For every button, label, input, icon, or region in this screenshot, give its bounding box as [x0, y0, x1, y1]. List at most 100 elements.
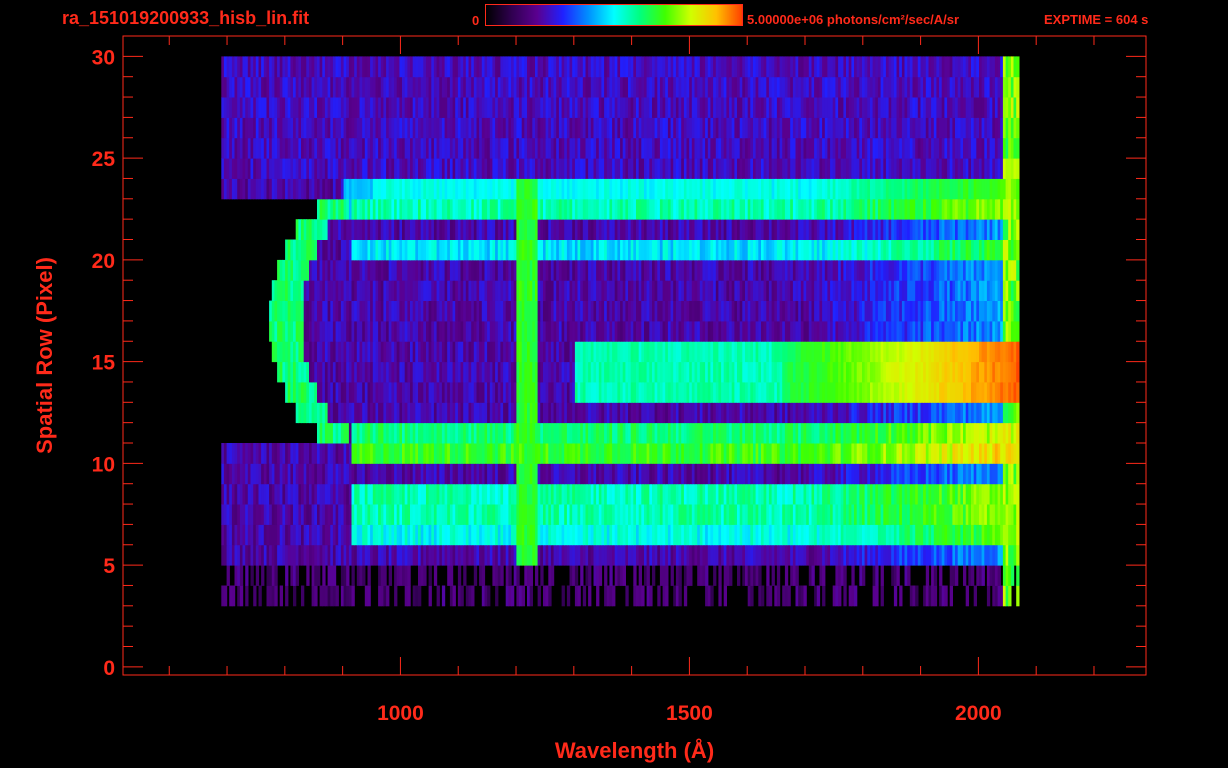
heatmap-cell — [915, 585, 919, 607]
heatmap-cell — [407, 585, 411, 607]
heatmap-cell — [561, 585, 565, 607]
heatmap-cell — [255, 565, 260, 586]
heatmap-cell — [803, 585, 807, 607]
heatmap-cell — [535, 565, 539, 586]
heatmap-cell — [1016, 320, 1020, 342]
heatmap-cell — [301, 585, 305, 607]
heatmap-cell — [481, 565, 486, 586]
heatmap-cell — [689, 565, 693, 586]
heatmap-cell — [582, 585, 587, 607]
heatmap-cell — [441, 585, 446, 607]
heatmap-cell — [1016, 341, 1020, 363]
heatmap-cell — [460, 585, 464, 607]
heatmap-cell — [598, 565, 603, 586]
heatmap-cell — [822, 565, 826, 586]
heatmap-cell — [306, 565, 310, 586]
heatmap-cell — [1016, 524, 1020, 546]
heatmap-cell — [314, 585, 318, 607]
heatmap-cell — [1016, 300, 1020, 322]
heatmap-cell — [862, 565, 866, 586]
heatmap-cell — [332, 565, 337, 586]
heatmap-cell — [574, 565, 579, 586]
heatmap-cell — [258, 585, 262, 607]
heatmap-cell — [665, 565, 669, 586]
heatmap-cell — [295, 565, 299, 586]
heatmap-cell — [768, 585, 773, 607]
heatmap-cell — [351, 565, 355, 586]
heatmap-cell — [537, 585, 541, 607]
heatmap-cell — [963, 565, 967, 586]
heatmap-cell — [588, 585, 592, 607]
heatmap-cell — [383, 565, 387, 586]
heatmap-cell — [678, 585, 682, 607]
heatmap-cell — [388, 565, 392, 586]
heatmap-cell — [811, 565, 815, 586]
heatmap-cell — [317, 565, 321, 586]
heatmap-cell — [612, 585, 616, 607]
heatmap-cell — [274, 585, 278, 607]
heatmap-cell — [670, 565, 674, 586]
heatmap-cell — [487, 585, 491, 607]
heatmap-cell — [293, 585, 297, 607]
heatmap-cell — [1016, 544, 1020, 566]
heatmap-cell — [609, 565, 613, 586]
heatmap-cell — [529, 585, 533, 607]
heatmap-cell — [253, 585, 257, 607]
heatmap-cell — [875, 565, 879, 586]
heatmap-image — [221, 56, 1020, 607]
spectrum-plot: 1000 1500 2000051015202530 Wavelength (Å) … — [32, 35, 1147, 763]
heatmap-cell — [362, 565, 366, 586]
heatmap-cell — [750, 585, 754, 607]
heatmap-cell — [665, 585, 669, 607]
heatmap-cell — [449, 565, 454, 586]
heatmap-cell — [1016, 402, 1020, 424]
heatmap-cell — [285, 585, 289, 607]
heatmap-cell — [1010, 565, 1015, 586]
heatmap-cell — [1016, 422, 1020, 444]
heatmap-cell — [822, 585, 826, 607]
heatmap-cell — [285, 565, 289, 586]
heatmap-cell — [1016, 382, 1020, 403]
heatmap-cell — [1016, 280, 1020, 301]
heatmap-cell — [986, 585, 991, 607]
heatmap-cell — [944, 585, 948, 607]
heatmap-cell — [226, 565, 230, 586]
heatmap-cell — [550, 565, 555, 586]
heatmap-cell — [880, 565, 884, 586]
heatmap-cell — [495, 585, 499, 607]
heatmap-cell — [367, 565, 371, 586]
heatmap-cell — [418, 585, 422, 607]
heatmap-cell — [274, 565, 278, 586]
heatmap-cell — [1016, 585, 1020, 607]
heatmap-cell — [718, 565, 722, 586]
heatmap-cell — [971, 565, 975, 586]
heatmap-cell — [386, 585, 390, 607]
heatmap-cell — [641, 585, 645, 607]
heatmap-cell — [540, 565, 544, 586]
heatmap-cell — [1016, 361, 1020, 383]
heatmap-cell — [457, 565, 462, 586]
heatmap-cell — [279, 585, 283, 607]
heatmap-cell — [776, 585, 781, 607]
heatmap-cell — [239, 565, 244, 586]
heatmap-cell — [965, 585, 969, 607]
heatmap-cell — [949, 585, 953, 607]
heatmap-cell — [854, 585, 858, 607]
heatmap-cell — [955, 565, 959, 586]
heatmap-cell — [880, 585, 884, 607]
heatmap-cell — [231, 585, 236, 607]
heatmap-cell — [428, 585, 432, 607]
heatmap-cell — [625, 585, 629, 607]
heatmap-cell — [933, 565, 938, 586]
heatmap-cell — [511, 585, 515, 607]
heatmap-cell — [223, 585, 228, 607]
heatmap-cell — [335, 585, 339, 607]
heatmap-cell — [633, 565, 637, 586]
heatmap-cell — [394, 585, 398, 607]
heatmap-cell — [713, 565, 717, 586]
heatmap-cell — [1016, 504, 1020, 525]
heatmap-cell — [452, 585, 456, 607]
heatmap-cell — [705, 565, 709, 586]
heatmap-cell — [516, 565, 520, 586]
heatmap-cell — [508, 565, 512, 586]
